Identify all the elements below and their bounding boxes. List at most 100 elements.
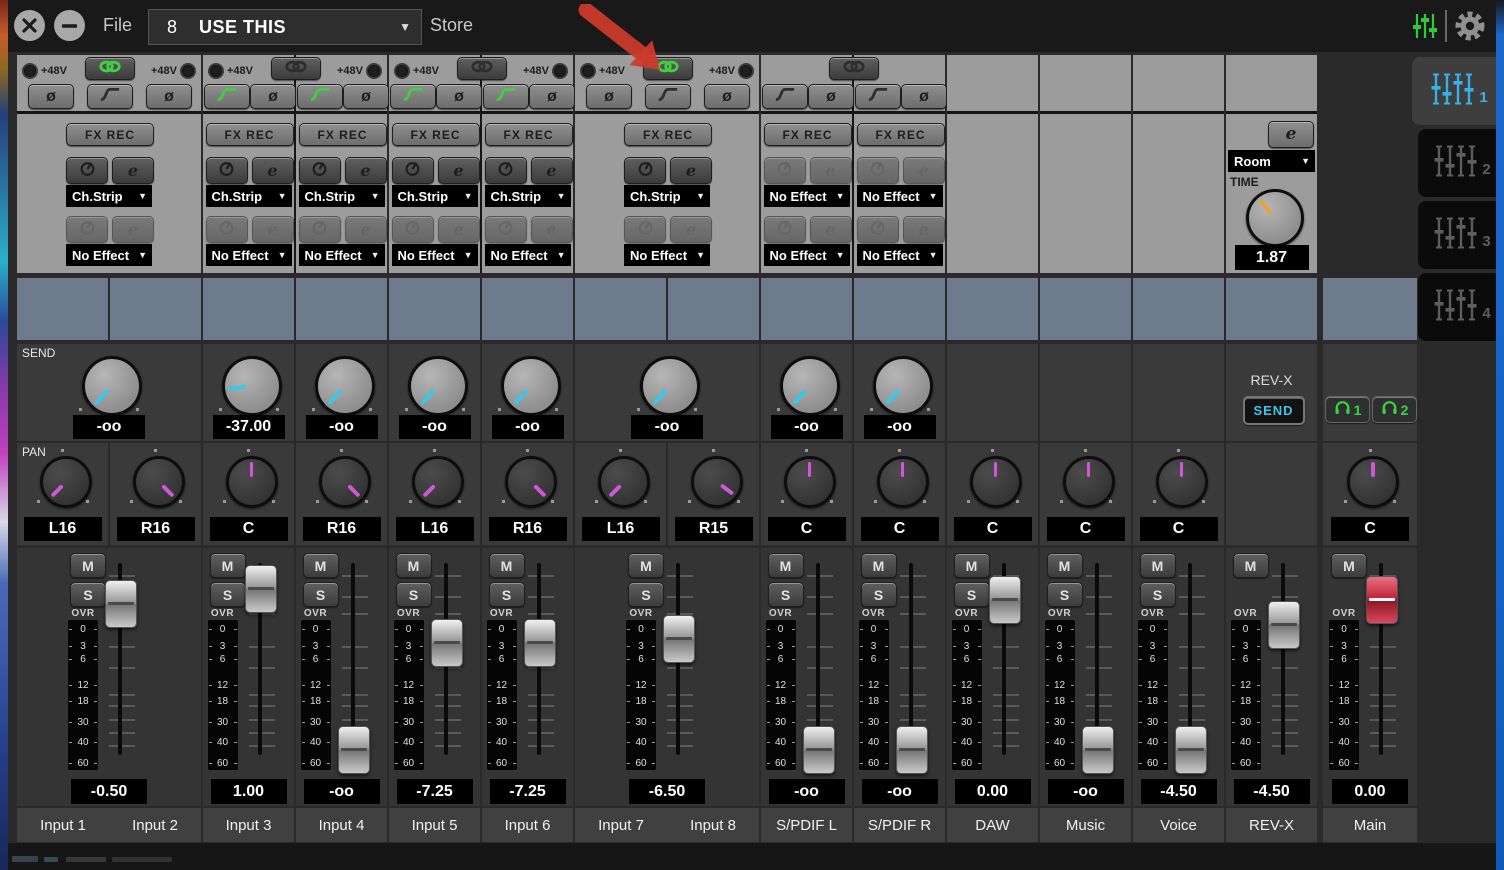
send-knob[interactable]: [640, 356, 700, 416]
pan-knob[interactable]: [132, 456, 185, 508]
fx-insert1-edit-button[interactable]: e: [809, 157, 852, 184]
fx-rec-button[interactable]: FX REC: [484, 123, 573, 146]
send-knob[interactable]: [872, 356, 933, 416]
gear-icon[interactable]: [1452, 8, 1488, 44]
mute-button[interactable]: M: [70, 553, 106, 578]
fader-thumb[interactable]: [1267, 601, 1300, 650]
fx-insert1-power-button[interactable]: [763, 157, 806, 184]
scene-tab-3[interactable]: 3: [1418, 201, 1504, 269]
solo-button[interactable]: S: [953, 582, 990, 607]
fx-insert2-power-button[interactable]: [205, 216, 248, 243]
fader-thumb[interactable]: [337, 726, 370, 775]
mute-button[interactable]: M: [302, 553, 339, 578]
minimize-button[interactable]: [54, 10, 85, 41]
stereo-link-button[interactable]: [457, 57, 507, 80]
fx-slot1-select[interactable]: No Effect ▼: [856, 185, 943, 207]
fx-insert2-power-button[interactable]: [298, 216, 341, 243]
fx-insert2-edit-button[interactable]: e: [902, 216, 945, 243]
fx-insert1-power-button[interactable]: [205, 157, 248, 184]
solo-button[interactable]: S: [488, 582, 525, 607]
solo-button[interactable]: S: [209, 582, 246, 607]
send-knob[interactable]: [221, 356, 282, 416]
fx-rec-button[interactable]: FX REC: [624, 123, 712, 146]
fx-slot1-select[interactable]: Ch.Strip ▼: [624, 185, 710, 207]
revx-time-knob[interactable]: [1245, 189, 1304, 247]
fx-rec-button[interactable]: FX REC: [391, 123, 480, 146]
solo-button[interactable]: S: [1139, 582, 1176, 607]
pan-knob[interactable]: [39, 456, 92, 508]
fx-insert2-edit-button[interactable]: e: [437, 216, 480, 243]
mute-button[interactable]: M: [953, 553, 990, 578]
mute-button[interactable]: M: [209, 553, 246, 578]
fx-rec-button[interactable]: FX REC: [856, 123, 945, 146]
fx-insert1-power-button[interactable]: [391, 157, 434, 184]
scene-tab-2[interactable]: 2: [1418, 129, 1504, 197]
stereo-link-button[interactable]: [829, 57, 879, 80]
revx-edit-button[interactable]: e: [1268, 121, 1314, 148]
fx-slot2-select[interactable]: No Effect ▼: [205, 244, 292, 266]
fader-thumb[interactable]: [430, 618, 463, 667]
preset-select[interactable]: 8 USE THIS ▼: [148, 9, 422, 45]
close-button[interactable]: [14, 10, 45, 41]
solo-button[interactable]: S: [628, 582, 664, 607]
pan-knob[interactable]: [690, 456, 743, 508]
fx-insert1-power-button[interactable]: [484, 157, 527, 184]
phones-2-button[interactable]: 2: [1372, 396, 1417, 423]
hpf-button[interactable]: [855, 84, 901, 109]
fx-insert1-edit-button[interactable]: e: [112, 157, 154, 184]
phase-button[interactable]: ø: [529, 84, 575, 109]
fx-insert2-edit-button[interactable]: e: [344, 216, 387, 243]
send-knob[interactable]: [82, 356, 142, 416]
fx-slot1-select[interactable]: Ch.Strip ▼: [205, 185, 292, 207]
solo-button[interactable]: S: [395, 582, 432, 607]
phase-button[interactable]: ø: [146, 84, 192, 109]
fx-slot2-select[interactable]: No Effect ▼: [298, 244, 385, 266]
mixer-view-icon[interactable]: [1410, 11, 1440, 41]
mute-button[interactable]: M: [1331, 553, 1367, 578]
fx-insert2-edit-button[interactable]: e: [530, 216, 573, 243]
fx-slot2-select[interactable]: No Effect ▼: [856, 244, 943, 266]
fx-insert2-power-button[interactable]: [763, 216, 806, 243]
file-menu[interactable]: File: [103, 15, 132, 36]
fader-thumb[interactable]: [1174, 726, 1207, 775]
fx-insert1-edit-button[interactable]: e: [530, 157, 573, 184]
fx-slot1-select[interactable]: No Effect ▼: [763, 185, 850, 207]
pan-knob[interactable]: [876, 456, 929, 508]
mute-button[interactable]: M: [1139, 553, 1176, 578]
fx-insert1-edit-button[interactable]: e: [437, 157, 480, 184]
pan-knob[interactable]: [1062, 456, 1115, 508]
fx-rec-button[interactable]: FX REC: [763, 123, 852, 146]
fx-slot1-select[interactable]: Ch.Strip ▼: [298, 185, 385, 207]
pan-knob[interactable]: [225, 456, 278, 508]
fx-slot2-select[interactable]: No Effect ▼: [484, 244, 571, 266]
fx-rec-button[interactable]: FX REC: [298, 123, 387, 146]
fader-thumb[interactable]: [895, 726, 928, 775]
stereo-link-button[interactable]: [643, 57, 693, 80]
fx-insert1-power-button[interactable]: [856, 157, 899, 184]
fader-track[interactable]: [1280, 563, 1285, 755]
fx-rec-button[interactable]: FX REC: [205, 123, 294, 146]
hpf-button[interactable]: [483, 84, 529, 109]
solo-button[interactable]: S: [70, 582, 106, 607]
pan-knob[interactable]: [411, 456, 464, 508]
mute-button[interactable]: M: [767, 553, 804, 578]
fx-rec-button[interactable]: FX REC: [66, 123, 154, 146]
fx-insert1-edit-button[interactable]: e: [251, 157, 294, 184]
revx-type-select[interactable]: Room ▼: [1228, 150, 1315, 172]
mute-button[interactable]: M: [628, 553, 664, 578]
stereo-link-button[interactable]: [85, 57, 135, 80]
phase-button[interactable]: ø: [436, 84, 482, 109]
fx-insert1-power-button[interactable]: [624, 157, 666, 184]
pan-knob[interactable]: [318, 456, 371, 508]
fx-insert2-power-button[interactable]: [391, 216, 434, 243]
hpf-button[interactable]: [204, 84, 250, 109]
fx-slot2-select[interactable]: No Effect ▼: [66, 244, 152, 266]
fader-thumb[interactable]: [1081, 726, 1114, 775]
mute-button[interactable]: M: [1046, 553, 1083, 578]
fx-insert1-edit-button[interactable]: e: [670, 157, 712, 184]
mute-button[interactable]: M: [488, 553, 525, 578]
send-knob[interactable]: [779, 356, 840, 416]
pan-knob[interactable]: [783, 456, 836, 508]
fx-insert2-power-button[interactable]: [484, 216, 527, 243]
pan-knob[interactable]: [1155, 456, 1208, 508]
